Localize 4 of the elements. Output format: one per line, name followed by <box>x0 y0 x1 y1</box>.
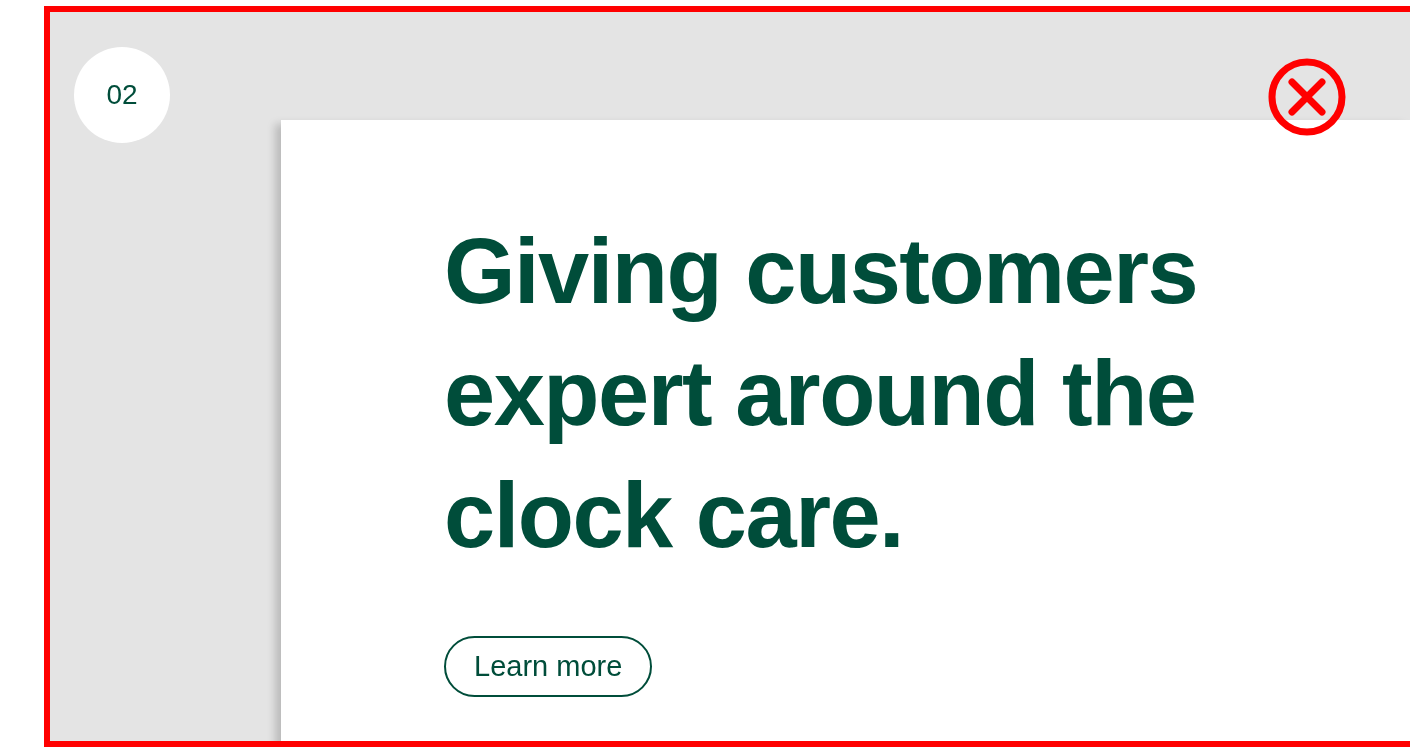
headline: Giving customers expert around the clock care. <box>444 219 1199 568</box>
cross-circle-icon <box>1267 57 1347 137</box>
learn-more-button[interactable]: Learn more <box>444 636 653 697</box>
step-number: 02 <box>74 47 170 143</box>
